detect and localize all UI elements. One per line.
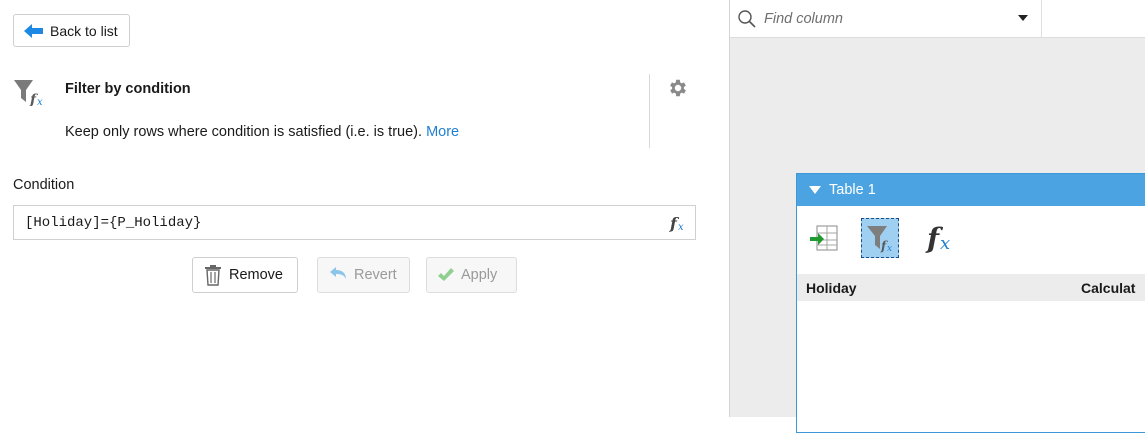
column-header-calculated[interactable]: Calculat xyxy=(1081,280,1135,296)
svg-text:x: x xyxy=(37,97,43,106)
step-title: Filter by condition xyxy=(65,81,191,97)
revert-button[interactable]: Revert xyxy=(317,257,410,293)
formula-tool[interactable]: f x xyxy=(921,218,959,258)
condition-value: [Holiday]={P_Holiday} xyxy=(25,214,202,231)
column-header-row: Holiday Calculat xyxy=(797,274,1145,301)
more-link[interactable]: More xyxy=(426,124,459,140)
step-editor-panel: Back to list f x Filter by condition Kee… xyxy=(0,0,729,417)
find-column-bar: Find column xyxy=(730,0,1145,38)
import-table-tool[interactable] xyxy=(805,218,843,258)
back-to-list-button[interactable]: Back to list xyxy=(13,14,130,47)
apply-button[interactable]: Apply xyxy=(426,257,517,293)
collapse-triangle-icon[interactable] xyxy=(809,185,821,195)
search-icon xyxy=(738,9,756,28)
trash-icon xyxy=(205,265,221,286)
import-table-icon xyxy=(810,225,838,251)
remove-button[interactable]: Remove xyxy=(192,257,298,293)
step-header: f x Filter by condition Keep only rows w… xyxy=(13,72,653,148)
svg-text:x: x xyxy=(940,233,950,254)
filter-fx-icon: f x xyxy=(867,226,892,253)
fx-icon[interactable]: f x xyxy=(667,213,687,233)
condition-label: Condition xyxy=(13,177,75,193)
step-description: Keep only rows where condition is satisf… xyxy=(65,124,459,140)
arrow-left-icon xyxy=(24,23,43,38)
remove-label: Remove xyxy=(229,267,283,283)
table-toolbar: f x f x xyxy=(797,206,1145,274)
chevron-down-icon[interactable] xyxy=(1017,14,1029,22)
undo-icon xyxy=(330,267,346,279)
apply-label: Apply xyxy=(461,267,498,283)
table-header[interactable]: Table 1 xyxy=(797,174,1145,206)
find-column-placeholder: Find column xyxy=(764,10,843,27)
check-icon xyxy=(438,268,454,281)
fx-icon: f x xyxy=(925,222,950,255)
table-card: Table 1 f x f x Holiday Calculat xyxy=(796,173,1145,433)
back-to-list-label: Back to list xyxy=(50,22,118,39)
header-divider xyxy=(649,74,650,148)
condition-input[interactable]: [Holiday]={P_Holiday} f x xyxy=(13,205,696,240)
svg-text:x: x xyxy=(887,244,892,253)
step-description-text: Keep only rows where condition is satisf… xyxy=(65,124,423,140)
find-column-input[interactable]: Find column xyxy=(730,0,1042,37)
table-title: Table 1 xyxy=(829,182,876,198)
revert-label: Revert xyxy=(354,267,397,283)
filter-fx-tool[interactable]: f x xyxy=(861,218,899,258)
table-preview-panel: Find column Table 1 f x f x Holiday Calc… xyxy=(729,0,1145,433)
column-header-holiday[interactable]: Holiday xyxy=(806,280,857,296)
svg-text:x: x xyxy=(678,222,684,233)
filter-fx-icon: f x xyxy=(14,80,43,106)
gear-icon[interactable] xyxy=(667,77,689,99)
